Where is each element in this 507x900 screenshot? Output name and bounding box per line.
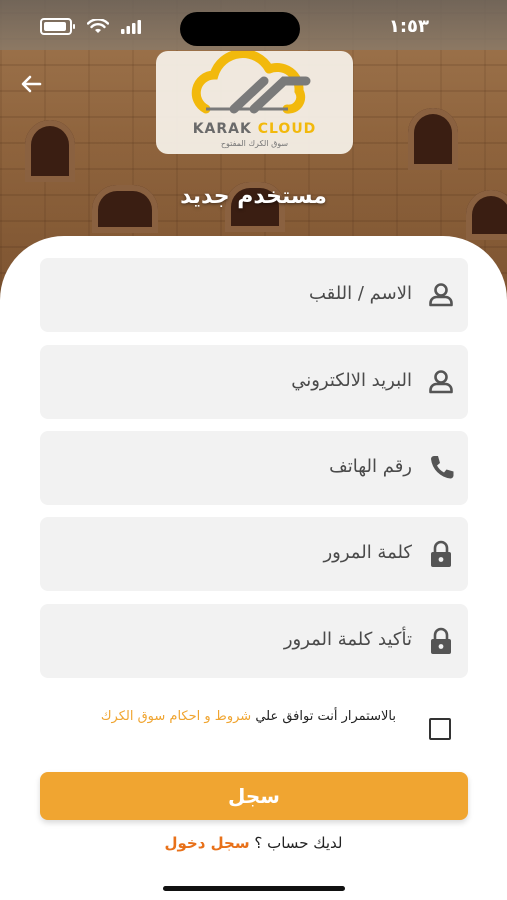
logo-word-karak: KARAK <box>192 121 252 137</box>
register-button[interactable]: سجل <box>40 772 468 820</box>
person-icon <box>429 283 453 307</box>
email-field-placeholder: البريد الالكتروني <box>291 370 412 391</box>
login-link[interactable]: سجل دخول <box>165 834 250 852</box>
have-account-text: لديك حساب ؟ <box>254 834 343 852</box>
name-field-placeholder: الاسم / اللقب <box>308 283 412 304</box>
terms-checkbox[interactable] <box>429 718 451 740</box>
status-time: ١:٥٣ <box>388 16 429 37</box>
login-row: لديك حساب ؟ سجل دخول <box>0 834 507 852</box>
password-field-placeholder: كلمة المرور <box>323 542 412 563</box>
cloud-logo-icon <box>191 49 311 114</box>
back-arrow-icon[interactable] <box>18 70 46 98</box>
terms-link[interactable]: شروط و احكام سوق الكرك <box>101 709 251 724</box>
logo-tagline: سوق الكرك المفتوح <box>220 139 289 148</box>
terms-prefix: بالاستمرار أنت توافق علي <box>255 709 396 724</box>
home-indicator <box>163 886 345 891</box>
name-field[interactable]: الاسم / اللقب <box>40 258 468 332</box>
phone-icon <box>431 456 454 479</box>
status-icons <box>40 18 141 35</box>
wall-arch <box>25 120 75 182</box>
page-title: مستخدم جديد <box>180 184 327 209</box>
lock-icon <box>431 627 451 654</box>
lock-icon <box>431 540 451 567</box>
confirm-password-field-placeholder: تأكيد كلمة المرور <box>283 629 412 650</box>
terms-text: بالاستمرار أنت توافق علي شروط و احكام سو… <box>46 704 396 730</box>
terms-row: بالاستمرار أنت توافق علي شروط و احكام سو… <box>40 700 468 760</box>
password-field[interactable]: كلمة المرور <box>40 517 468 591</box>
person-icon <box>429 370 453 394</box>
signal-icon <box>121 19 141 34</box>
brand-logo: KARAK CLOUD سوق الكرك المفتوح <box>156 49 353 154</box>
logo-word-cloud: CLOUD <box>257 121 317 137</box>
camera-notch <box>180 12 300 46</box>
email-field[interactable]: البريد الالكتروني <box>40 345 468 419</box>
phone-field-placeholder: رقم الهاتف <box>329 456 412 477</box>
confirm-password-field[interactable]: تأكيد كلمة المرور <box>40 604 468 678</box>
phone-field[interactable]: رقم الهاتف <box>40 431 468 505</box>
logo-wordmark: KARAK CLOUD <box>156 121 353 137</box>
wall-arch <box>408 108 458 170</box>
battery-icon <box>40 18 75 35</box>
wifi-icon <box>87 18 109 33</box>
